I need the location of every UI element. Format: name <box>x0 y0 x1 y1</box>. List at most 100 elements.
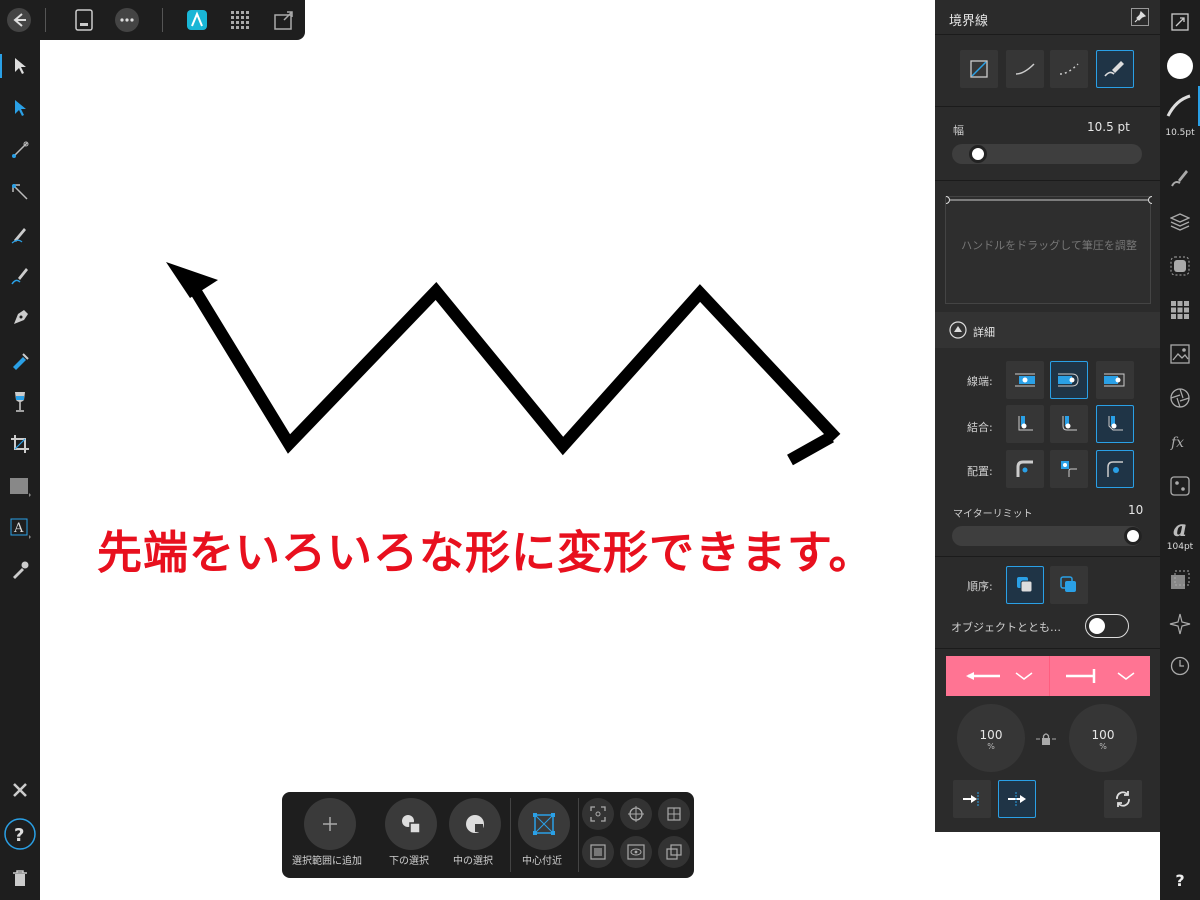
zigzag-arrow-stroke[interactable] <box>40 40 935 900</box>
close-button[interactable] <box>0 772 40 808</box>
align-inside-icon <box>1061 461 1077 477</box>
butt-cap-button[interactable] <box>1006 361 1044 399</box>
align-outside-button[interactable] <box>1096 450 1134 488</box>
select-under-button[interactable] <box>385 798 437 850</box>
transparency-tool[interactable] <box>0 384 40 420</box>
color-studio-button[interactable] <box>1160 46 1200 86</box>
solid-line-button[interactable] <box>1006 50 1044 88</box>
transform-studio-button[interactable] <box>1160 560 1200 600</box>
width-slider[interactable] <box>952 144 1142 164</box>
history-studio-button[interactable] <box>1160 646 1200 686</box>
miter-join-icon <box>1018 416 1033 431</box>
document-button[interactable] <box>70 6 98 34</box>
near-center-button[interactable] <box>518 798 570 850</box>
details-header[interactable]: 詳細 <box>935 312 1160 348</box>
divider <box>510 798 511 872</box>
help-circle-icon: ? <box>4 818 36 850</box>
width-slider-handle[interactable] <box>969 145 987 163</box>
texture-line-button[interactable] <box>1096 50 1134 88</box>
color-picker-tool[interactable] <box>0 552 40 588</box>
no-stroke-button[interactable] <box>960 50 998 88</box>
swatches-studio-button[interactable] <box>1160 290 1200 330</box>
start-arrowhead-dropdown[interactable] <box>946 656 1047 696</box>
miter-limit-slider-handle[interactable] <box>1124 527 1142 545</box>
hide-selection-button[interactable] <box>620 836 652 868</box>
crop-tool[interactable] <box>0 426 40 462</box>
point-transform-tool[interactable] <box>0 174 40 210</box>
brushes-studio-button[interactable] <box>1160 158 1200 198</box>
near-center-label: 中心付近 <box>522 856 562 867</box>
link-scale-button[interactable] <box>1035 730 1057 748</box>
fullscreen-button[interactable] <box>1160 2 1200 42</box>
fx-studio-button[interactable]: fx <box>1160 422 1200 462</box>
svg-text:A: A <box>13 521 24 536</box>
pen-tool[interactable] <box>0 300 40 336</box>
stroke-in-front-button[interactable] <box>1050 566 1088 604</box>
snap-grid-button[interactable] <box>658 798 690 830</box>
constraints-studio-button[interactable] <box>1160 604 1200 644</box>
effects-studio-button[interactable] <box>1160 246 1200 286</box>
align-center-button[interactable] <box>1006 450 1044 488</box>
aperture-icon <box>1170 388 1190 408</box>
square-cap-button[interactable] <box>1096 361 1134 399</box>
scale-with-object-toggle[interactable] <box>1085 614 1129 638</box>
fullscreen-icon <box>1171 13 1189 31</box>
symbols-studio-button[interactable] <box>1160 466 1200 506</box>
designer-persona-button[interactable] <box>183 6 211 34</box>
layers-icon <box>1170 213 1190 231</box>
align-inside-button[interactable] <box>1050 450 1088 488</box>
dashed-line-button[interactable] <box>1050 50 1088 88</box>
corner-tool[interactable] <box>0 132 40 168</box>
move-tool[interactable] <box>0 48 40 84</box>
back-button[interactable] <box>5 6 33 34</box>
end-arrowhead-scale-dial[interactable]: 100 % <box>1069 704 1137 772</box>
add-to-selection-button[interactable] <box>304 798 356 850</box>
more-button[interactable] <box>113 6 141 34</box>
help-button[interactable]: ? <box>0 816 40 852</box>
document-canvas[interactable] <box>40 40 935 900</box>
fx-icon: fx <box>1170 435 1184 451</box>
help-question-label: ? <box>1175 870 1185 890</box>
select-inside-button[interactable] <box>449 798 501 850</box>
miter-limit-slider[interactable] <box>952 526 1142 546</box>
help-button[interactable]: ? <box>1160 860 1200 900</box>
bevel-join-button[interactable] <box>1096 405 1134 443</box>
round-cap-button[interactable] <box>1050 361 1088 399</box>
arrowhead-inside-button[interactable] <box>953 780 991 818</box>
export-persona-button[interactable] <box>270 6 298 34</box>
pixel-persona-button[interactable] <box>226 6 254 34</box>
select-inside-icon <box>466 815 484 833</box>
node-tool[interactable] <box>0 90 40 126</box>
round-join-button[interactable] <box>1050 405 1088 443</box>
divider <box>935 106 1160 107</box>
navigator-studio-button[interactable] <box>1160 378 1200 418</box>
layers-studio-button[interactable] <box>1160 202 1200 242</box>
vector-brush-tool[interactable] <box>0 258 40 294</box>
artistic-text-tool[interactable]: A <box>0 510 40 546</box>
start-scale-unit: % <box>987 742 995 751</box>
rectangle-tool[interactable] <box>0 468 40 504</box>
pressure-curve-line[interactable] <box>946 196 1152 206</box>
start-arrowhead-scale-dial[interactable]: 100 % <box>957 704 1025 772</box>
delete-button[interactable] <box>0 860 40 896</box>
duplicate-button[interactable] <box>658 836 690 868</box>
pencil-tool[interactable] <box>0 216 40 252</box>
pin-panel-button[interactable] <box>1131 8 1149 26</box>
fill-tool[interactable] <box>0 342 40 378</box>
end-arrowhead-dropdown[interactable] <box>1049 656 1150 696</box>
document-icon <box>75 9 93 31</box>
select-inside-label: 中の選択 <box>453 856 493 867</box>
swap-arrowheads-button[interactable] <box>1104 780 1142 818</box>
pin-icon <box>1134 11 1146 23</box>
stroke-behind-fill-button[interactable] <box>1006 566 1044 604</box>
snap-frame-button[interactable] <box>582 798 614 830</box>
stroke-brush-icon <box>1166 94 1191 117</box>
miter-join-button[interactable] <box>1006 405 1044 443</box>
snap-bounds-button[interactable] <box>582 836 614 868</box>
snap-center-button[interactable] <box>620 798 652 830</box>
arrowhead-outside-button[interactable] <box>998 780 1036 818</box>
stock-studio-button[interactable] <box>1160 334 1200 374</box>
pressure-curve-editor[interactable]: ハンドルをドラッグして筆圧を調整 <box>945 196 1152 304</box>
stroke-studio-button[interactable] <box>1160 86 1200 126</box>
details-label: 詳細 <box>973 326 995 339</box>
